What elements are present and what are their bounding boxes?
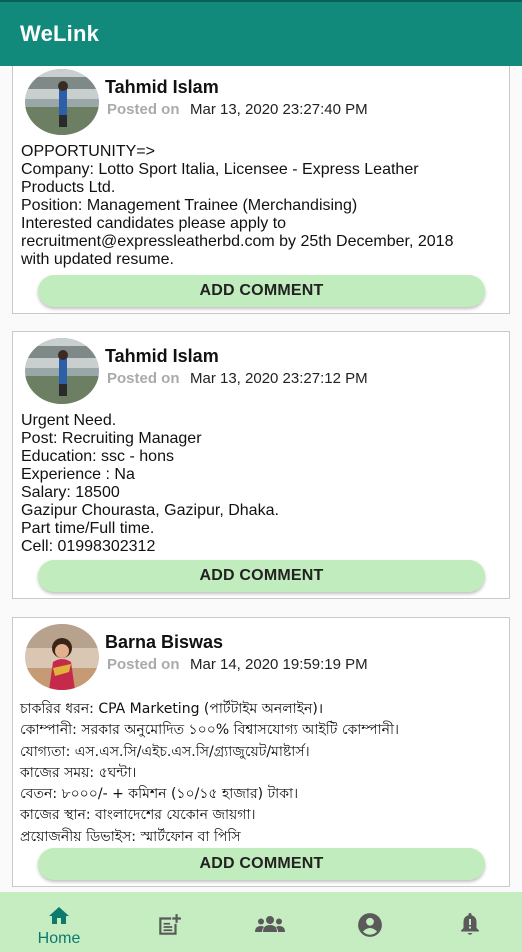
nav-groups[interactable]	[220, 892, 320, 952]
avatar[interactable]	[25, 624, 99, 690]
author-name[interactable]: Tahmid Islam	[105, 77, 219, 98]
post-date: Mar 13, 2020 23:27:12 PM	[190, 370, 368, 387]
post-card: Barna Biswas Posted on Mar 14, 2020 19:5…	[12, 617, 510, 887]
post-card: Tahmid Islam Posted on Mar 13, 2020 23:2…	[12, 66, 510, 314]
post-date: Mar 14, 2020 19:59:19 PM	[190, 656, 368, 673]
groups-icon	[255, 916, 285, 932]
add-comment-button[interactable]: ADD COMMENT	[38, 560, 485, 592]
profile-icon	[358, 913, 382, 937]
add-comment-button[interactable]: ADD COMMENT	[38, 275, 485, 307]
new-post-icon	[159, 914, 181, 935]
author-name[interactable]: Barna Biswas	[105, 632, 223, 653]
post-body: চাকরির ধরন: CPA Marketing (পার্টটাইম অনল…	[20, 701, 400, 845]
nav-home[interactable]: Home	[9, 892, 109, 952]
post-date: Mar 13, 2020 23:27:40 PM	[190, 101, 368, 118]
nav-home-label: Home	[37, 930, 81, 947]
posted-label: Posted on	[107, 656, 180, 673]
post-card: Tahmid Islam Posted on Mar 13, 2020 23:2…	[12, 331, 510, 599]
home-icon	[49, 907, 69, 924]
author-name[interactable]: Tahmid Islam	[105, 346, 219, 367]
nav-profile[interactable]	[320, 892, 420, 952]
posted-label: Posted on	[107, 370, 180, 387]
bottom-navigation: Home	[0, 892, 522, 952]
app-bar: WeLink	[0, 0, 522, 66]
app-title: WeLink	[20, 21, 100, 46]
posted-label: Posted on	[107, 101, 180, 118]
notification-icon	[461, 913, 479, 935]
post-body: OPPORTUNITY=> Company: Lotto Sport Itali…	[21, 143, 454, 268]
avatar[interactable]	[25, 69, 99, 135]
avatar[interactable]	[25, 338, 99, 404]
post-feed[interactable]: Tahmid Islam Posted on Mar 13, 2020 23:2…	[0, 66, 522, 892]
add-comment-button[interactable]: ADD COMMENT	[38, 848, 485, 880]
nav-new-post[interactable]	[119, 892, 219, 952]
nav-notifications[interactable]	[420, 892, 520, 952]
post-body: Urgent Need. Post: Recruiting Manager Ed…	[21, 412, 279, 555]
